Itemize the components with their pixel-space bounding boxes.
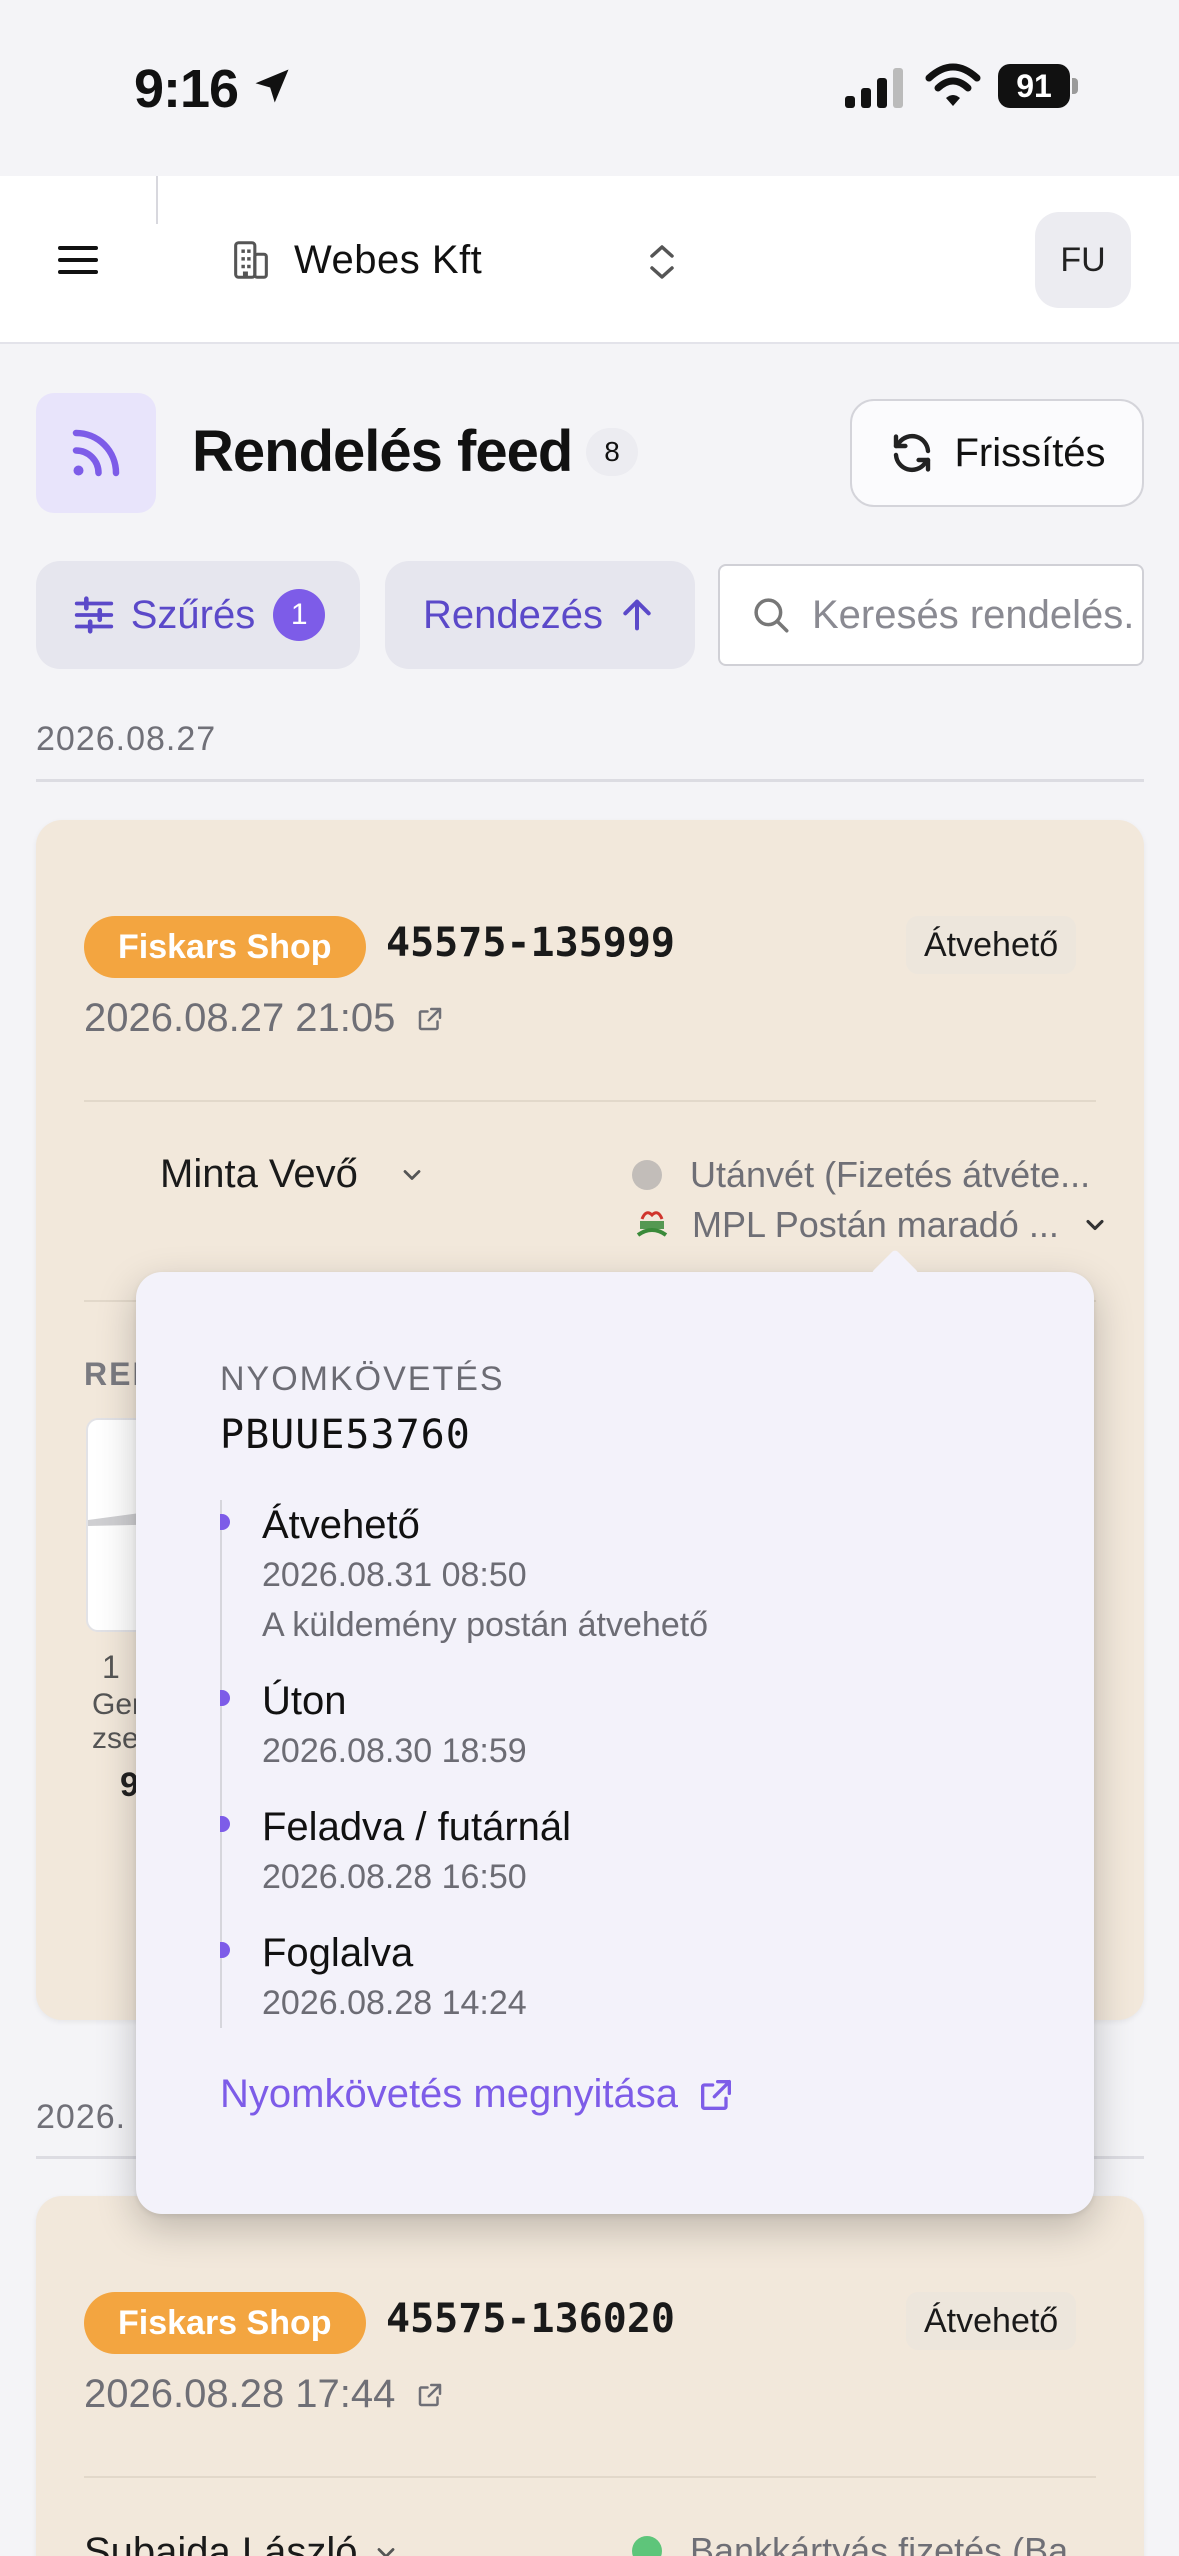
payment-method: Utánvét (Fizetés átvéte... — [632, 1154, 1090, 1196]
customer-selector[interactable]: Minta Vevő — [160, 1152, 426, 1197]
tracking-timeline: Átvehető 2026.08.31 08:50 A küldemény po… — [220, 1500, 1040, 2028]
order-datetime[interactable]: 2026.08.28 17:44 — [84, 2372, 445, 2417]
location-arrow-icon — [255, 69, 289, 103]
tracking-event: Átvehető 2026.08.31 08:50 A küldemény po… — [220, 1500, 1040, 1676]
active-filter-count: 1 — [273, 589, 326, 641]
tracking-event-status: Foglalva — [262, 1931, 414, 1975]
order-id[interactable]: 45575-135999 — [386, 920, 675, 966]
open-tracking-label: Nyomkövetés megnyitása — [220, 2072, 678, 2116]
shop-badge: Fiskars Shop — [84, 2292, 366, 2354]
page-title: Rendelés feed — [192, 419, 573, 484]
payment-method: Bankkártyás fizetés (Ba — [632, 2530, 1068, 2556]
chevron-down-icon — [377, 2547, 394, 2556]
customer-name: Subaida László — [84, 2530, 358, 2556]
building-icon — [234, 241, 268, 279]
search-input[interactable] — [812, 592, 1132, 638]
sort-label: Rendezés — [422, 592, 604, 637]
tracking-event-date: 2026.08.30 18:59 — [262, 1732, 527, 1770]
status-bar: 9:16 91 — [0, 0, 1179, 176]
order-datetime-text: 2026.08.28 17:44 — [84, 2372, 396, 2416]
tracking-number: PBUUE53760 — [220, 1412, 471, 1458]
hamburger-menu-icon[interactable] — [50, 232, 106, 288]
order-card[interactable]: Fiskars Shop 45575-136020 Átvehető 2026.… — [36, 2196, 1144, 2556]
tracking-event-note: A küldemény postán átvehető — [262, 1606, 709, 1644]
chevron-down-icon — [403, 1169, 421, 1180]
tracking-heading: NYOMKÖVETÉS — [220, 1360, 505, 1398]
battery-level: 91 — [998, 64, 1070, 108]
battery-indicator: 91 — [998, 64, 1078, 108]
tracking-event: Úton 2026.08.30 18:59 — [220, 1676, 1040, 1802]
posta-logo-icon — [636, 1211, 668, 1237]
date-group-header: 2026.08.27 — [36, 720, 217, 758]
app-header: Webes Kft FU — [0, 176, 1179, 344]
user-avatar[interactable]: FU — [1035, 212, 1131, 308]
organization-name: Webes Kft — [294, 237, 483, 282]
refresh-label: Frissítés — [954, 430, 1106, 475]
payment-method-text: Utánvét (Fizetés átvéte... — [690, 1154, 1091, 1195]
tracking-event: Foglalva 2026.08.28 14:24 — [220, 1928, 1040, 2028]
header-divider — [156, 176, 158, 224]
open-tracking-link[interactable]: Nyomkövetés megnyitása — [220, 2072, 736, 2117]
tracking-event-date: 2026.08.28 16:50 — [262, 1858, 527, 1896]
tracking-event-status: Átvehető — [262, 1503, 420, 1547]
order-id[interactable]: 45575-136020 — [386, 2296, 675, 2342]
tracking-event-date: 2026.08.31 08:50 — [262, 1556, 527, 1594]
chevron-up-down-icon[interactable] — [646, 242, 678, 282]
order-count-badge: 8 — [586, 428, 638, 476]
date-group-divider — [36, 779, 1144, 782]
shop-badge: Fiskars Shop — [84, 916, 366, 978]
tracking-event-status: Úton — [262, 1679, 347, 1723]
order-datetime-text: 2026.08.27 21:05 — [84, 996, 396, 1040]
battery-tip — [1072, 78, 1078, 94]
tracking-popover: NYOMKÖVETÉS PBUUE53760 Átvehető 2026.08.… — [136, 1248, 1094, 2214]
search-icon — [754, 598, 789, 633]
organization-selector[interactable]: Webes Kft — [228, 222, 482, 298]
external-link-icon — [700, 2079, 731, 2110]
payment-status-dot — [632, 1160, 662, 1190]
order-datetime[interactable]: 2026.08.27 21:05 — [84, 996, 445, 1041]
external-link-icon — [419, 2383, 442, 2406]
rss-feed-icon — [72, 429, 120, 477]
search-field[interactable] — [718, 564, 1144, 666]
customer-name: Minta Vevő — [160, 1152, 358, 1196]
status-time: 9:16 — [134, 59, 239, 119]
arrow-up-icon — [623, 599, 651, 631]
payment-status-dot — [632, 2536, 662, 2556]
wifi-icon — [925, 63, 981, 106]
card-divider — [84, 1100, 1096, 1102]
refresh-button[interactable]: Frissítés — [850, 399, 1144, 507]
chevron-down-icon — [1086, 1219, 1104, 1231]
tracking-event: Feladva / futárnál 2026.08.28 16:50 — [220, 1802, 1040, 1928]
card-divider — [84, 2476, 1096, 2478]
filter-button[interactable]: Szűrés 1 — [36, 561, 360, 669]
sort-button[interactable]: Rendezés — [385, 561, 695, 669]
date-group-header: 2026. — [36, 2098, 127, 2136]
external-link-icon — [419, 1007, 442, 1030]
order-status-badge: Átvehető — [906, 916, 1077, 974]
order-status-badge: Átvehető — [906, 2292, 1077, 2350]
cellular-signal-icon — [845, 68, 903, 108]
tracking-event-status: Feladva / futárnál — [262, 1805, 572, 1849]
shipping-method[interactable]: MPL Postán maradó ... — [632, 1204, 1109, 1246]
tracking-event-date: 2026.08.28 14:24 — [262, 1984, 527, 2022]
filter-label: Szűrés — [130, 592, 256, 637]
customer-selector[interactable]: Subaida László — [84, 2530, 400, 2556]
sliders-icon — [74, 596, 113, 634]
feed-icon-container — [36, 393, 156, 513]
shipping-method-text: MPL Postán maradó ... — [692, 1204, 1059, 1245]
payment-method-text: Bankkártyás fizetés (Ba — [690, 2530, 1069, 2556]
refresh-icon — [894, 433, 931, 473]
